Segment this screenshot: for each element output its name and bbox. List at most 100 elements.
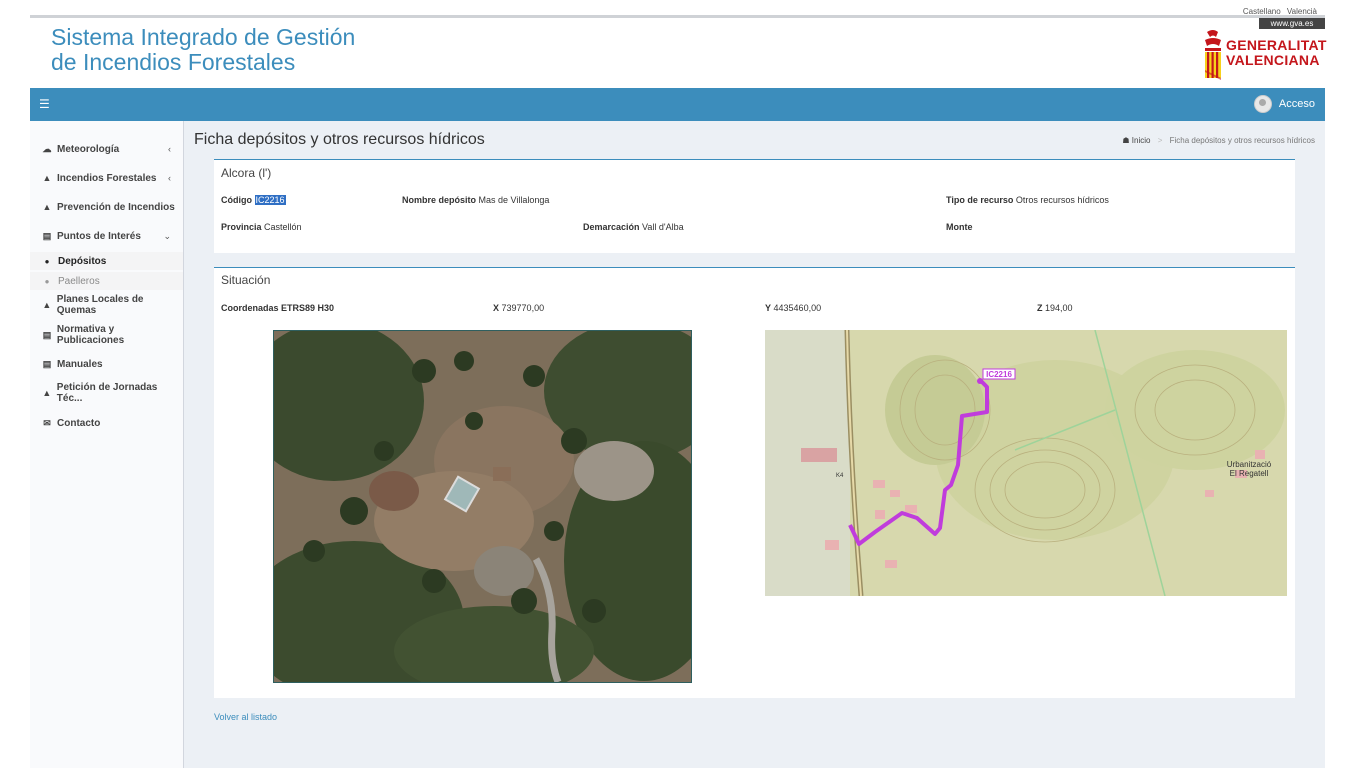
coord-x-label: X (493, 303, 500, 313)
codigo-value: IC2216 (254, 195, 286, 205)
coord-z-value: 194,00 (1045, 303, 1073, 313)
sidebar-item-label: Petición de Jornadas Téc... (56, 382, 158, 404)
tipo-label: Tipo de recurso (946, 195, 1014, 205)
coord-z-label: Z (1037, 303, 1043, 313)
top-navbar: ☰ Acceso (30, 88, 1325, 121)
sidebar-item-puntos-interes[interactable]: ▤ Puntos de Interés ⌄ (30, 226, 183, 246)
provincia-value: Castellón (264, 222, 302, 232)
sidebar-subitem-label: Depósitos (58, 255, 107, 267)
generalitat-logo[interactable]: GENERALITAT VALENCIANA (1200, 28, 1327, 80)
bank-icon: ▤ (42, 230, 52, 241)
fire-icon: ▲ (42, 173, 52, 183)
site-title[interactable]: Sistema Integrado de Gestión de Incendio… (51, 25, 355, 75)
circle-icon: ● (44, 276, 50, 286)
sidebar-item-incendios-forestales[interactable]: ▲ Incendios Forestales ‹ (30, 168, 183, 188)
logo-line1: GENERALITAT (1226, 37, 1327, 53)
sidebar-item-planes-quemas[interactable]: ▲ Planes Locales de Quemas (30, 294, 183, 316)
topographic-map[interactable]: IC2216 Urbanització El Regatell K4 (765, 330, 1287, 596)
lang-valencia-link[interactable]: Valencià (1287, 7, 1317, 16)
sidebar-subitem-label: Paelleros (58, 275, 100, 287)
hamburger-icon[interactable]: ☰ (39, 97, 50, 111)
sidebar-item-meteorologia[interactable]: ☁ Meteorología ‹ (30, 139, 183, 159)
aerial-photo-svg (274, 331, 691, 682)
page-title: Ficha depósitos y otros recursos hídrico… (194, 131, 485, 148)
map-marker-label: IC2216 (986, 370, 1012, 379)
nombre-field: Nombre depósito Mas de Villalonga (402, 195, 549, 205)
sidebar-item-label: Incendios Forestales (57, 172, 157, 184)
sidebar-item-label: Puntos de Interés (57, 230, 141, 242)
demarcacion-value: Vall d'Alba (642, 222, 684, 232)
user-avatar-icon (1253, 95, 1272, 113)
generalitat-emblem-icon (1205, 30, 1221, 80)
sidebar-item-prevencion[interactable]: ▲ Prevención de Incendios (30, 197, 183, 217)
monte-field: Monte (946, 222, 973, 232)
codigo-field: Código IC2216 (221, 195, 286, 205)
generalitat-logo-text: GENERALITAT VALENCIANA (1226, 38, 1327, 68)
map-road-label: K4 (836, 473, 844, 479)
sidebar-subitem-depositos[interactable]: ● Depósitos (30, 252, 183, 270)
login-label: Acceso (1278, 98, 1315, 110)
breadcrumb-current: Ficha depósitos y otros recursos hídrico… (1169, 136, 1315, 145)
page: Sistema Integrado de Gestión de Incendio… (30, 7, 1327, 768)
back-to-list-link[interactable]: Volver al listado (214, 712, 277, 722)
map-place-label-1: Urbanització (1227, 460, 1272, 469)
demarcacion-field: Demarcación Vall d'Alba (583, 222, 684, 232)
sidebar-item-jornadas[interactable]: ▲ Petición de Jornadas Téc... (30, 382, 183, 404)
sidebar-item-normativa[interactable]: ▤ Normativa y Publicaciones (30, 324, 183, 346)
tipo-value: Otros recursos hídricos (1015, 195, 1109, 205)
coord-x-value: 739770,00 (501, 303, 545, 313)
sidebar-subitem-paelleros[interactable]: ● Paelleros (30, 272, 183, 290)
sidebar-item-label: Normativa y Publicaciones (56, 324, 125, 346)
situacion-box-title: Situación (221, 273, 271, 287)
language-switcher: Castellano Valencià (1239, 7, 1317, 16)
coords-label-text: Coordenadas ETRS89 H30 (221, 303, 335, 313)
lang-castellano-link[interactable]: Castellano (1243, 7, 1281, 16)
sidebar-item-contacto[interactable]: ✉ Contacto (30, 413, 183, 433)
sidebar-item-label: Planes Locales de Quemas (56, 294, 144, 316)
sidebar-item-label: Prevención de Incendios (57, 201, 175, 213)
aerial-photo (273, 330, 692, 683)
document-icon: ▤ (42, 358, 52, 369)
site-title-line1: Sistema Integrado de Gestión (51, 24, 356, 50)
provincia-field: Provincia Castellón (221, 222, 302, 232)
demarcacion-label: Demarcación (583, 222, 640, 232)
coord-y-label: Y (765, 303, 772, 313)
logo-line2: VALENCIANA (1226, 52, 1320, 68)
nombre-label: Nombre depósito (402, 195, 477, 205)
document-icon: ▤ (42, 329, 52, 340)
login-button[interactable]: Acceso (1253, 95, 1315, 113)
breadcrumb: ☗ Inicio > Ficha depósitos y otros recur… (1122, 136, 1315, 145)
deposit-info-box: Alcora (l') Código IC2216 Nombre depósit… (214, 159, 1295, 253)
tipo-recurso-field: Tipo de recurso Otros recursos hídricos (946, 195, 1109, 205)
sidebar-item-label: Manuales (57, 358, 103, 370)
breadcrumb-home-label: Inicio (1131, 136, 1151, 145)
sidebar-item-label: Contacto (57, 417, 101, 429)
coord-x: X 739770,00 (493, 303, 544, 313)
map-place-label-2: El Regatell (1230, 469, 1269, 478)
sidebar-item-label: Meteorología (57, 143, 120, 155)
page-scrollbar[interactable] (1358, 0, 1366, 768)
graduation-cap-icon: ▲ (42, 388, 52, 398)
sidebar: ☁ Meteorología ‹ ▲ Incendios Forestales … (30, 121, 184, 768)
tree-icon: ▲ (42, 202, 52, 212)
coord-y: Y 4435460,00 (765, 303, 821, 313)
chevron-left-icon: ‹ (168, 173, 171, 183)
drop-icon: ● (44, 256, 50, 266)
provincia-label: Provincia (221, 222, 262, 232)
cloud-sun-icon: ☁ (42, 143, 52, 154)
sidebar-item-manuales[interactable]: ▤ Manuales (30, 354, 183, 374)
chevron-down-icon: ⌄ (163, 230, 171, 241)
codigo-label: Código (221, 195, 252, 205)
breadcrumb-separator: > (1157, 136, 1163, 145)
site-title-line2: de Incendios Forestales (51, 49, 296, 75)
deposit-box-title: Alcora (l') (221, 166, 272, 180)
envelope-icon: ✉ (43, 417, 51, 428)
coord-z: Z 194,00 (1037, 303, 1073, 313)
main-content: Ficha depósitos y otros recursos hídrico… (184, 121, 1325, 768)
topographic-map-svg: IC2216 Urbanització El Regatell K4 (765, 330, 1287, 596)
situacion-box: Situación Coordenadas ETRS89 H30 X 73977… (214, 267, 1295, 698)
monte-label: Monte (946, 222, 973, 232)
coord-y-value: 4435460,00 (773, 303, 822, 313)
breadcrumb-home-link[interactable]: ☗ Inicio (1122, 136, 1150, 145)
top-divider (30, 15, 1325, 18)
